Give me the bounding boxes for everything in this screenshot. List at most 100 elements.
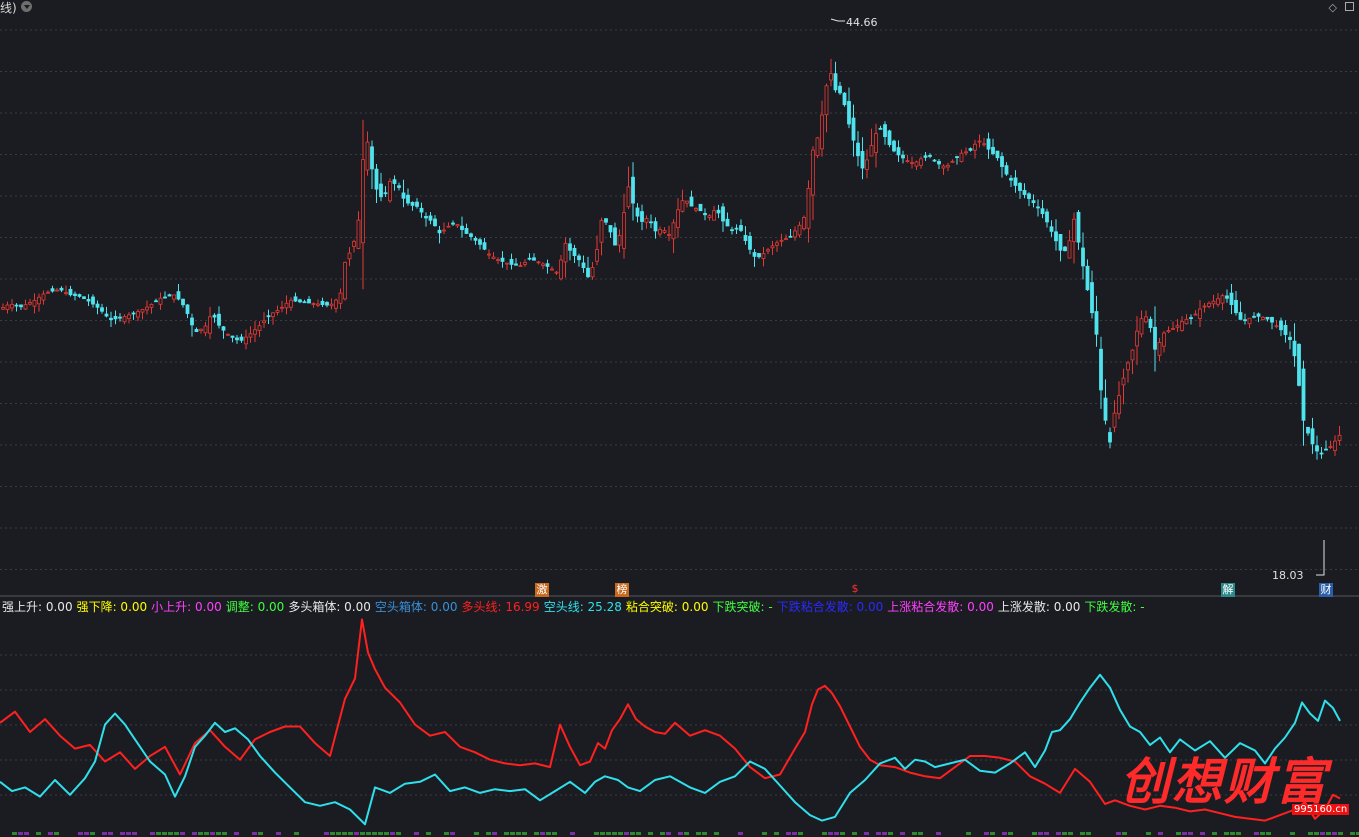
candle-down — [1225, 295, 1229, 299]
candle-down — [1099, 348, 1103, 391]
candle-down — [1270, 316, 1274, 323]
signal-bar — [1308, 832, 1313, 835]
candle-down — [1315, 445, 1319, 452]
signal-bar — [348, 832, 353, 835]
candle-down — [743, 235, 748, 241]
candle-up — [811, 149, 815, 196]
watermark-url: 995160.cn — [1292, 804, 1350, 815]
signal-bar — [96, 832, 101, 835]
signal-bar — [60, 832, 65, 835]
candle-down — [851, 117, 856, 141]
candle-down — [1252, 315, 1256, 318]
signal-bar — [984, 832, 989, 835]
signal-bar — [168, 832, 173, 835]
candle-up — [1067, 240, 1072, 259]
signal-bar — [906, 832, 911, 835]
candle-up — [671, 222, 676, 240]
candle-down — [1085, 265, 1090, 291]
signal-bar — [342, 832, 347, 835]
signal-bar — [888, 832, 893, 835]
chart-title: 线) — [0, 1, 17, 15]
signal-bar — [42, 832, 47, 835]
signal-bar — [324, 832, 329, 835]
candle-up — [1139, 318, 1144, 335]
candle-down — [451, 222, 455, 225]
candle-up — [775, 242, 779, 246]
event-marker-bang[interactable]: 榜 — [615, 583, 629, 597]
candle-down — [1265, 316, 1270, 320]
candle-down — [428, 215, 433, 221]
candle-down — [77, 294, 82, 297]
candle-up — [910, 162, 914, 165]
candle-down — [374, 168, 379, 190]
candle-down — [892, 140, 896, 152]
candle-down — [577, 255, 581, 261]
event-marker-jie[interactable]: 解 — [1221, 583, 1235, 597]
candle-down — [293, 296, 298, 302]
signal-bar — [138, 832, 143, 835]
candle-down — [833, 73, 838, 91]
signal-bar — [270, 832, 275, 835]
signal-bar — [960, 832, 965, 835]
candle-down — [1013, 177, 1018, 186]
chevron-down-icon[interactable] — [21, 1, 32, 12]
signal-bar — [666, 832, 671, 835]
signal-bar — [1128, 832, 1133, 835]
signal-bar — [672, 832, 677, 835]
signal-bar — [156, 832, 161, 835]
signal-bar — [246, 832, 251, 835]
signal-bar — [354, 832, 359, 835]
candle-down — [464, 228, 469, 234]
signal-bar — [498, 832, 503, 835]
candle-up — [977, 140, 982, 143]
candle-up — [1112, 412, 1117, 428]
candle-up — [1198, 308, 1202, 319]
candle-down — [1004, 165, 1009, 175]
signal-bar — [1020, 832, 1025, 835]
signal-bar — [1194, 832, 1199, 835]
candle-down — [424, 216, 428, 219]
signal-bar — [186, 832, 191, 835]
signal-bar — [828, 832, 833, 835]
candle-down — [1018, 182, 1022, 191]
candle-down — [1040, 208, 1045, 215]
event-marker-cai[interactable]: 财 — [1319, 583, 1333, 597]
signal-bar — [756, 832, 761, 835]
signal-bar — [990, 832, 995, 835]
candle-down — [1090, 282, 1094, 314]
signal-bar — [1182, 832, 1187, 835]
candle-down — [1310, 428, 1315, 445]
candle-up — [617, 235, 622, 246]
signal-bar — [630, 832, 635, 835]
maximize-icon[interactable] — [1345, 2, 1354, 11]
candle-down — [100, 307, 104, 312]
diamond-icon[interactable]: ◇ — [1329, 1, 1337, 14]
signal-bar — [72, 832, 77, 835]
signal-bar — [606, 832, 611, 835]
candle-up — [244, 336, 248, 345]
candle-up — [950, 160, 955, 163]
candle-up — [1180, 321, 1184, 331]
candle-down — [586, 267, 590, 278]
signal-bar — [684, 832, 689, 835]
candle-up — [1171, 327, 1175, 330]
signal-bar — [1218, 832, 1223, 835]
candle-down — [217, 313, 221, 326]
signal-bar — [936, 832, 941, 835]
signal-bar — [1062, 832, 1067, 835]
candle-up — [869, 145, 874, 157]
event-marker-dollar[interactable]: $ — [848, 582, 862, 596]
signal-bar — [1152, 832, 1157, 835]
signal-bar — [810, 832, 815, 835]
candle-up — [1274, 325, 1279, 328]
candle-down — [379, 183, 383, 198]
candle-up — [1117, 395, 1121, 415]
signal-bar — [582, 832, 587, 835]
candle-down — [163, 296, 167, 299]
candle-up — [590, 267, 595, 278]
signal-bar — [882, 832, 887, 835]
chart-canvas[interactable] — [0, 0, 1359, 837]
candle-up — [442, 229, 446, 232]
event-marker-ji[interactable]: 激 — [535, 583, 549, 597]
candle-up — [806, 187, 811, 229]
